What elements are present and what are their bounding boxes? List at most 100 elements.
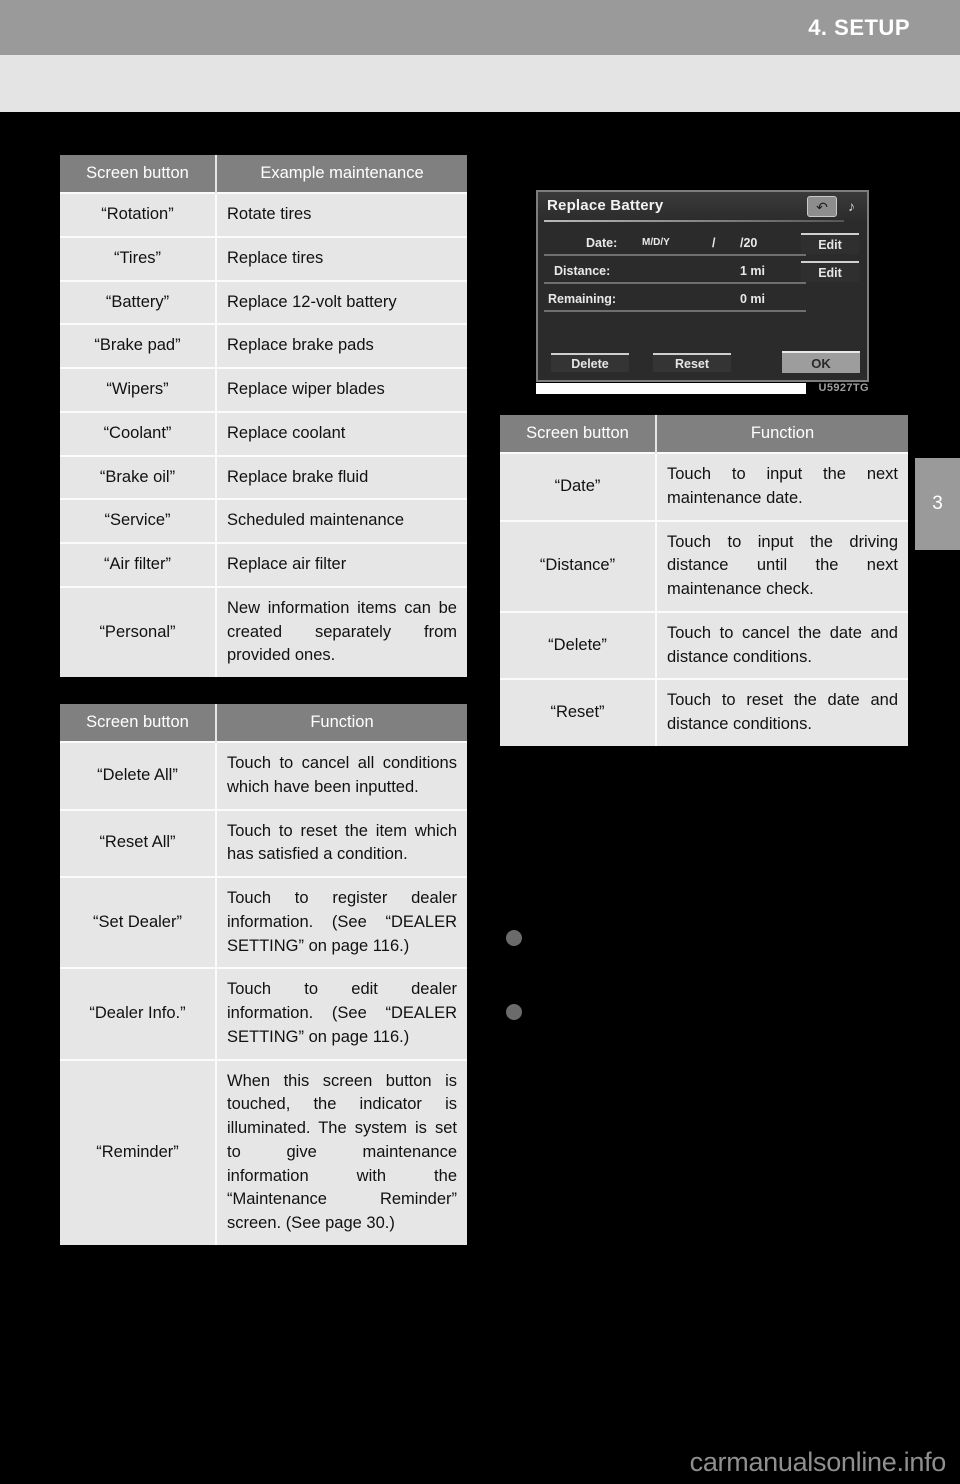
list-item (506, 1002, 906, 1020)
table-row: “Tires” Replace tires (60, 235, 467, 281)
function-cell: Touch to edit dealer information. (See “… (216, 967, 467, 1060)
table-row: “Personal” New information items can be … (60, 585, 467, 677)
screen-button-cell: “Delete All” (60, 741, 217, 810)
screen-button-cell: “Dealer Info.” (60, 967, 217, 1060)
table-row: “Brake oil” Replace brake fluid (60, 454, 467, 500)
table-row: “Dealer Info.” Touch to edit dealer info… (60, 967, 467, 1060)
maintenance-cell: Replace tires (216, 235, 467, 281)
table-row: “Delete” Touch to cancel the date and di… (500, 610, 908, 680)
function-cell: Touch to cancel the date and distance co… (656, 610, 908, 680)
screen-button-cell: “Wipers” (60, 367, 217, 412)
screen-button-cell: “Service” (60, 498, 217, 543)
screen-button-cell: “Rotation” (60, 192, 217, 237)
maintenance-cell: Replace wiper blades (216, 367, 467, 412)
screen-button-cell: “Battery” (60, 279, 217, 325)
table-row: “Distance” Touch to input the driving di… (500, 519, 908, 612)
table-header-row: Screen button Function (60, 704, 467, 742)
page-title: 4. SETUP (808, 15, 910, 40)
nav-row-distance: Distance: 1 mi (544, 260, 806, 284)
nav-row-value: 0 mi (740, 292, 766, 306)
bullet-dot-icon (506, 930, 522, 946)
table-row: “Date” Touch to input the next maintenan… (500, 452, 908, 521)
maintenance-table: Screen button Example maintenance “Rotat… (60, 155, 467, 677)
table-row: “Air filter” Replace air filter (60, 542, 467, 587)
nav-row-format: M/D/Y (642, 237, 670, 248)
chapter-tab: 3 (915, 458, 960, 550)
nav-title-rule (544, 220, 844, 222)
column-header-function: Function (656, 415, 908, 453)
music-note-icon: ♪ (848, 198, 855, 214)
function-cell: Touch to input the next maintenance date… (656, 452, 908, 521)
maintenance-cell: Scheduled maintenance (216, 498, 467, 543)
function-cell: Touch to register dealer information. (S… (216, 875, 467, 969)
figure-underline (536, 383, 806, 394)
table-row: “Coolant” Replace coolant (60, 410, 467, 456)
nav-reset-button[interactable]: Reset (653, 353, 731, 372)
column-header-screen-button: Screen button (60, 704, 217, 742)
screen-button-cell: “Personal” (60, 585, 217, 677)
back-arrow-icon[interactable]: ↶ (807, 196, 837, 217)
maintenance-cell: Replace coolant (216, 410, 467, 456)
figure-code-label: U5927TG (814, 382, 869, 394)
list-item (506, 928, 906, 946)
nav-row-label: Date: (586, 236, 618, 250)
nav-row-date: Date: M/D/Y / /20 (544, 232, 806, 256)
table-row: “Reset All” Touch to reset the item whic… (60, 808, 467, 877)
maintenance-cell: Replace air filter (216, 542, 467, 587)
maintenance-cell: Replace 12-volt battery (216, 279, 467, 325)
table-row: “Reminder” When this screen button is to… (60, 1058, 467, 1245)
screen-button-cell: “Date” (500, 452, 657, 521)
screen-button-cell: “Reset All” (60, 808, 217, 877)
function-cell: Touch to input the driving distance unti… (656, 519, 908, 612)
table-row: “Brake pad” Replace brake pads (60, 323, 467, 368)
screen-button-cell: “Brake pad” (60, 323, 217, 368)
nav-edit-button-distance[interactable]: Edit (801, 261, 859, 282)
nav-screen-figure: Replace Battery ↶ ♪ Date: M/D/Y / /20 Ed… (536, 190, 869, 394)
function-cell: Touch to reset the item which has satisf… (216, 808, 467, 877)
column-header-example-maintenance: Example maintenance (216, 155, 467, 193)
table-row: “Reset” Touch to reset the date and dist… (500, 678, 908, 746)
screen-button-cell: “Air filter” (60, 542, 217, 587)
table-header-row: Screen button Function (500, 415, 908, 453)
page-header-band: 4. SETUP (0, 0, 960, 55)
function-cell: Touch to reset the date and distance con… (656, 678, 908, 746)
table-row: “Wipers” Replace wiper blades (60, 367, 467, 412)
nav-screen-title: Replace Battery (547, 197, 664, 214)
nav-row-remaining: Remaining: 0 mi (544, 288, 806, 312)
screen-button-cell: “Distance” (500, 519, 657, 612)
screen-button-cell: “Delete” (500, 610, 657, 680)
function-table-left: Screen button Function “Delete All” Touc… (60, 704, 467, 1245)
table-row: “Battery” Replace 12-volt battery (60, 279, 467, 325)
nav-row-value: 1 mi (740, 264, 766, 278)
screen-button-cell: “Set Dealer” (60, 875, 217, 969)
nav-row-label: Remaining: (548, 292, 617, 306)
bullet-list (506, 928, 906, 1076)
nav-edit-button-date[interactable]: Edit (801, 233, 859, 254)
column-header-function: Function (216, 704, 467, 742)
bullet-dot-icon (506, 1004, 522, 1020)
table-row: “Service” Scheduled maintenance (60, 498, 467, 543)
function-cell: When this screen button is touched, the … (216, 1058, 467, 1245)
maintenance-cell: New information items can be created sep… (216, 585, 467, 677)
function-table-right: Screen button Function “Date” Touch to i… (500, 415, 908, 746)
nav-row-label: Distance: (554, 264, 611, 278)
right-column: Screen button Function “Date” Touch to i… (500, 415, 908, 773)
maintenance-cell: Rotate tires (216, 192, 467, 237)
table-row: “Set Dealer” Touch to register dealer in… (60, 875, 467, 969)
function-cell: Touch to cancel all conditions which hav… (216, 741, 467, 810)
screen-button-cell: “Tires” (60, 235, 217, 281)
left-column: Screen button Example maintenance “Rotat… (60, 155, 467, 1272)
nav-row-separator: / (712, 236, 716, 250)
footer-watermark: carmanualsonline.info (689, 1447, 947, 1477)
maintenance-cell: Replace brake fluid (216, 454, 467, 500)
table-row: “Rotation” Rotate tires (60, 192, 467, 237)
screen-button-cell: “Brake oil” (60, 454, 217, 500)
table-row: “Delete All” Touch to cancel all conditi… (60, 741, 467, 810)
column-header-screen-button: Screen button (60, 155, 217, 193)
screen-button-cell: “Reminder” (60, 1058, 217, 1245)
nav-delete-button[interactable]: Delete (551, 353, 629, 372)
nav-ok-button[interactable]: OK (782, 351, 860, 373)
column-header-screen-button: Screen button (500, 415, 657, 453)
nav-screen: Replace Battery ↶ ♪ Date: M/D/Y / /20 Ed… (536, 190, 869, 382)
page-subheader-band (0, 55, 960, 112)
